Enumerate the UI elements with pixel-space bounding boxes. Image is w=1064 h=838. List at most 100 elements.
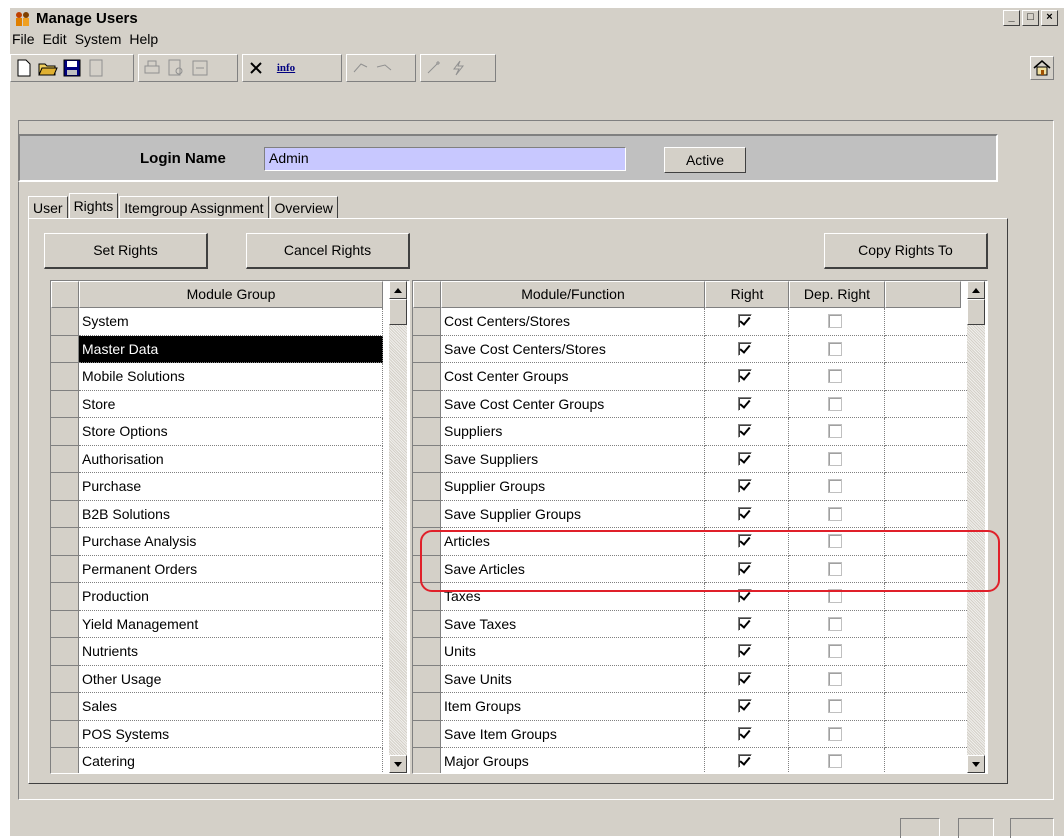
- module-group-scrollbar[interactable]: [389, 281, 407, 773]
- row-selector[interactable]: [413, 390, 441, 418]
- right-column-header[interactable]: Right: [705, 281, 789, 308]
- scroll-thumb[interactable]: [389, 299, 407, 325]
- module-function-scrollbar[interactable]: [967, 281, 985, 773]
- row-selector[interactable]: [51, 693, 79, 721]
- dep-right-checkbox[interactable]: [828, 699, 842, 713]
- module-group-cell[interactable]: Authorisation: [79, 445, 383, 473]
- row-selector[interactable]: [413, 335, 441, 363]
- row-selector[interactable]: [413, 308, 441, 336]
- module-function-cell[interactable]: Units: [441, 638, 705, 666]
- module-function-cell[interactable]: Cost Centers/Stores: [441, 308, 705, 336]
- row-selector[interactable]: [413, 665, 441, 693]
- module-group-row[interactable]: POS Systems: [51, 720, 389, 748]
- minimize-button[interactable]: _: [1003, 10, 1020, 26]
- module-function-row[interactable]: Save Item Groups: [413, 720, 967, 748]
- module-group-cell[interactable]: Store Options: [79, 418, 383, 446]
- tab-rights[interactable]: Rights: [68, 193, 119, 219]
- module-function-cell[interactable]: Save Supplier Groups: [441, 500, 705, 528]
- right-checkbox[interactable]: [738, 754, 752, 768]
- menu-edit[interactable]: Edit: [41, 30, 73, 50]
- dep-right-checkbox[interactable]: [828, 396, 842, 411]
- row-selector[interactable]: [413, 693, 441, 721]
- module-group-row[interactable]: Master Data: [51, 335, 389, 363]
- scroll-up-icon[interactable]: [389, 281, 407, 299]
- scroll-up-icon[interactable]: [967, 281, 985, 299]
- new-document-icon[interactable]: [13, 57, 35, 79]
- right-checkbox[interactable]: [738, 506, 752, 521]
- module-group-cell[interactable]: System: [79, 308, 383, 336]
- right-checkbox[interactable]: [738, 479, 752, 493]
- row-selector[interactable]: [51, 390, 79, 418]
- menu-system[interactable]: System: [73, 30, 128, 50]
- module-group-row[interactable]: Catering: [51, 748, 389, 773]
- module-function-cell[interactable]: Item Groups: [441, 693, 705, 721]
- module-function-cell[interactable]: Major Groups: [441, 748, 705, 773]
- right-checkbox[interactable]: [738, 424, 752, 438]
- row-selector[interactable]: [413, 473, 441, 501]
- row-selector[interactable]: [51, 583, 79, 611]
- module-group-cell[interactable]: Master Data: [79, 335, 383, 363]
- row-selector[interactable]: [413, 363, 441, 391]
- menu-help[interactable]: Help: [127, 30, 164, 50]
- row-selector[interactable]: [51, 748, 79, 773]
- menu-file[interactable]: File: [10, 30, 41, 50]
- module-group-row[interactable]: Yield Management: [51, 610, 389, 638]
- row-selector[interactable]: [51, 720, 79, 748]
- module-group-row[interactable]: Mobile Solutions: [51, 363, 389, 391]
- module-group-row[interactable]: B2B Solutions: [51, 500, 389, 528]
- close-button[interactable]: ×: [1041, 10, 1058, 26]
- module-group-cell[interactable]: Catering: [79, 748, 383, 773]
- row-selector[interactable]: [51, 335, 79, 363]
- right-checkbox[interactable]: [738, 616, 752, 631]
- dep-right-column-header[interactable]: Dep. Right: [789, 281, 885, 308]
- module-function-row[interactable]: Supplier Groups: [413, 473, 967, 501]
- module-group-cell[interactable]: Mobile Solutions: [79, 363, 383, 391]
- module-group-row[interactable]: Store Options: [51, 418, 389, 446]
- row-selector[interactable]: [413, 638, 441, 666]
- module-function-cell[interactable]: Save Item Groups: [441, 720, 705, 748]
- right-checkbox[interactable]: [738, 671, 752, 686]
- row-selector[interactable]: [413, 418, 441, 446]
- module-function-row[interactable]: Save Cost Centers/Stores: [413, 335, 967, 363]
- module-group-row[interactable]: Nutrients: [51, 638, 389, 666]
- row-selector[interactable]: [51, 610, 79, 638]
- module-function-cell[interactable]: Save Taxes: [441, 610, 705, 638]
- dep-right-checkbox[interactable]: [828, 314, 842, 328]
- module-group-row[interactable]: Store: [51, 390, 389, 418]
- tab-overview[interactable]: Overview: [269, 196, 338, 218]
- module-group-cell[interactable]: Nutrients: [79, 638, 383, 666]
- module-function-cell[interactable]: Suppliers: [441, 418, 705, 446]
- row-selector[interactable]: [51, 473, 79, 501]
- info-icon[interactable]: info: [269, 57, 303, 79]
- module-group-row[interactable]: Sales: [51, 693, 389, 721]
- row-selector[interactable]: [51, 445, 79, 473]
- module-function-row[interactable]: Units: [413, 638, 967, 666]
- module-group-cell[interactable]: Production: [79, 583, 383, 611]
- cancel-rights-button[interactable]: Cancel Rights: [246, 233, 410, 269]
- module-group-cell[interactable]: Permanent Orders: [79, 555, 383, 583]
- module-group-header[interactable]: Module Group: [79, 281, 383, 308]
- row-selector[interactable]: [51, 665, 79, 693]
- module-group-cell[interactable]: B2B Solutions: [79, 500, 383, 528]
- row-selector[interactable]: [413, 445, 441, 473]
- dep-right-checkbox[interactable]: [828, 451, 842, 466]
- module-function-cell[interactable]: Save Cost Centers/Stores: [441, 335, 705, 363]
- row-selector[interactable]: [51, 528, 79, 556]
- dep-right-checkbox[interactable]: [828, 479, 842, 493]
- row-selector[interactable]: [51, 555, 79, 583]
- module-group-cell[interactable]: Yield Management: [79, 610, 383, 638]
- right-checkbox[interactable]: [738, 396, 752, 411]
- module-group-row[interactable]: Other Usage: [51, 665, 389, 693]
- row-selector[interactable]: [413, 500, 441, 528]
- module-function-cell[interactable]: Save Cost Center Groups: [441, 390, 705, 418]
- right-checkbox[interactable]: [738, 644, 752, 658]
- right-checkbox[interactable]: [738, 699, 752, 713]
- row-selector[interactable]: [51, 308, 79, 336]
- module-function-cell[interactable]: Cost Center Groups: [441, 363, 705, 391]
- dep-right-checkbox[interactable]: [828, 644, 842, 658]
- module-group-cell[interactable]: Store: [79, 390, 383, 418]
- module-function-row[interactable]: Major Groups: [413, 748, 967, 773]
- open-folder-icon[interactable]: [37, 57, 59, 79]
- module-function-cell[interactable]: Save Suppliers: [441, 445, 705, 473]
- module-group-row[interactable]: System: [51, 308, 389, 336]
